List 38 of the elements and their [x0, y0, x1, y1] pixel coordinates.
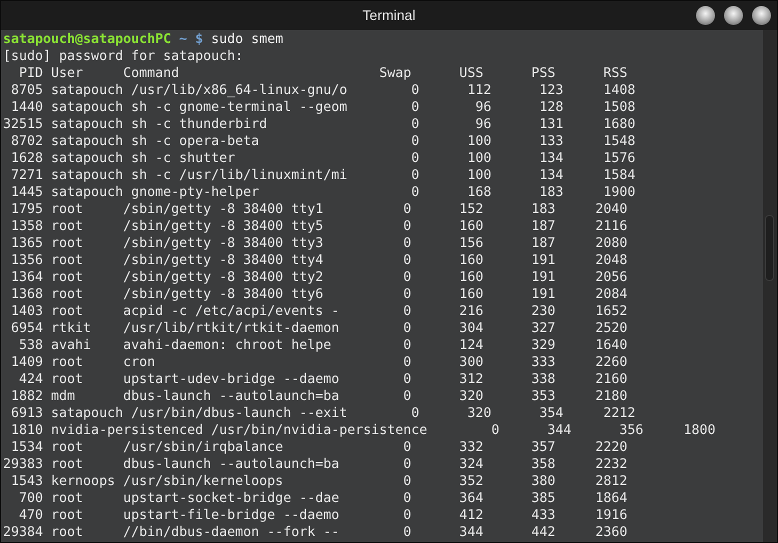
output-line: 1628 satapouch sh -c shutter 0 100 134 1576	[10, 151, 636, 166]
output-line: 470 root upstart-file-bridge --daemo 0 412 433 1916	[18, 508, 628, 523]
output-line: 6913 satapouch /usr/bin/dbus-launch --exit 0 320 354 2212	[10, 406, 636, 421]
maximize-button[interactable]	[724, 6, 743, 25]
output-line: [sudo] password for satapouch:	[3, 49, 244, 64]
output-line: 538 avahi avahi-daemon: chroot helpe 0 124 329 1640	[18, 338, 628, 353]
output-line: 6954 rtkit /usr/lib/rtkit/rtkit-daemon 0 304 327 2520	[10, 321, 628, 336]
scrollbar-thumb[interactable]	[765, 215, 774, 281]
output-line: 32515 satapouch sh -c thunderbird 0 96 131 1680	[3, 117, 636, 132]
prompt-path: ~	[179, 31, 188, 48]
output-line: 1440 satapouch sh -c gnome-terminal --geom 0 96 128 1508	[10, 100, 636, 115]
output-line: 8705 satapouch /usr/lib/x86_64-linux-gnu/o 0 112 123 1408	[10, 83, 636, 98]
prompt-symbol: $	[195, 31, 204, 48]
output-line: 1364 root /sbin/getty -8 38400 tty2 0 160 191 2056	[10, 270, 628, 285]
output-line: 1358 root /sbin/getty -8 38400 tty5 0 160 187 2116	[10, 219, 628, 234]
window-title: Terminal	[362, 6, 416, 25]
output-line: 1368 root /sbin/getty -8 38400 tty6 0 160 191 2084	[10, 287, 628, 302]
close-button[interactable]	[752, 6, 771, 25]
output-line: 1445 satapouch gnome-pty-helper 0 168 183 1900	[10, 185, 636, 200]
output-line: 8702 satapouch sh -c opera-beta 0 100 133 1548	[10, 134, 636, 149]
output-line: 1543 kernoops /usr/sbin/kerneloops 0 352 380 2812	[10, 474, 628, 489]
output-line: 1795 root /sbin/getty -8 38400 tty1 0 152 183 2040	[10, 202, 628, 217]
command-text: sudo smem	[211, 31, 284, 48]
output-line: 424 root upstart-udev-bridge --daemo 0 312 338 2160	[18, 372, 628, 387]
output-line: PID User Command Swap USS PSS RSS	[18, 66, 628, 81]
output-line: 1365 root /sbin/getty -8 38400 tty3 0 156 187 2080	[10, 236, 628, 251]
output-line: 29383 root dbus-launch --autolaunch=ba 0 324 358 2232	[3, 457, 628, 472]
output-line: 29384 root //bin/dbus-daemon --fork -- 0 344 442 2360	[3, 525, 628, 540]
output-line: 1403 root acpid -c /etc/acpi/events - 0 216 230 1652	[10, 304, 628, 319]
output-line: 1882 mdm dbus-launch --autolaunch=ba 0 320 353 2180	[10, 389, 628, 404]
output-line: 1409 root cron 0 300 333 2260	[10, 355, 628, 370]
output-line: 700 root upstart-socket-bridge --dae 0 364 385 1864	[18, 491, 628, 506]
output-line: 1534 root /usr/sbin/irqbalance 0 332 357 2220	[10, 440, 628, 455]
prompt-user-host: satapouch@satapouchPC	[3, 31, 172, 48]
output-line: 7271 satapouch sh -c /usr/lib/linuxmint/mi 0 100 134 1584	[10, 168, 636, 183]
minimize-button[interactable]	[696, 6, 715, 25]
output-line: 1810 nvidia-persistenced /usr/bin/nvidia-persistence 0 344 356 1800	[10, 423, 716, 438]
output-line: 1356 root /sbin/getty -8 38400 tty4 0 160 191 2048	[10, 253, 628, 268]
